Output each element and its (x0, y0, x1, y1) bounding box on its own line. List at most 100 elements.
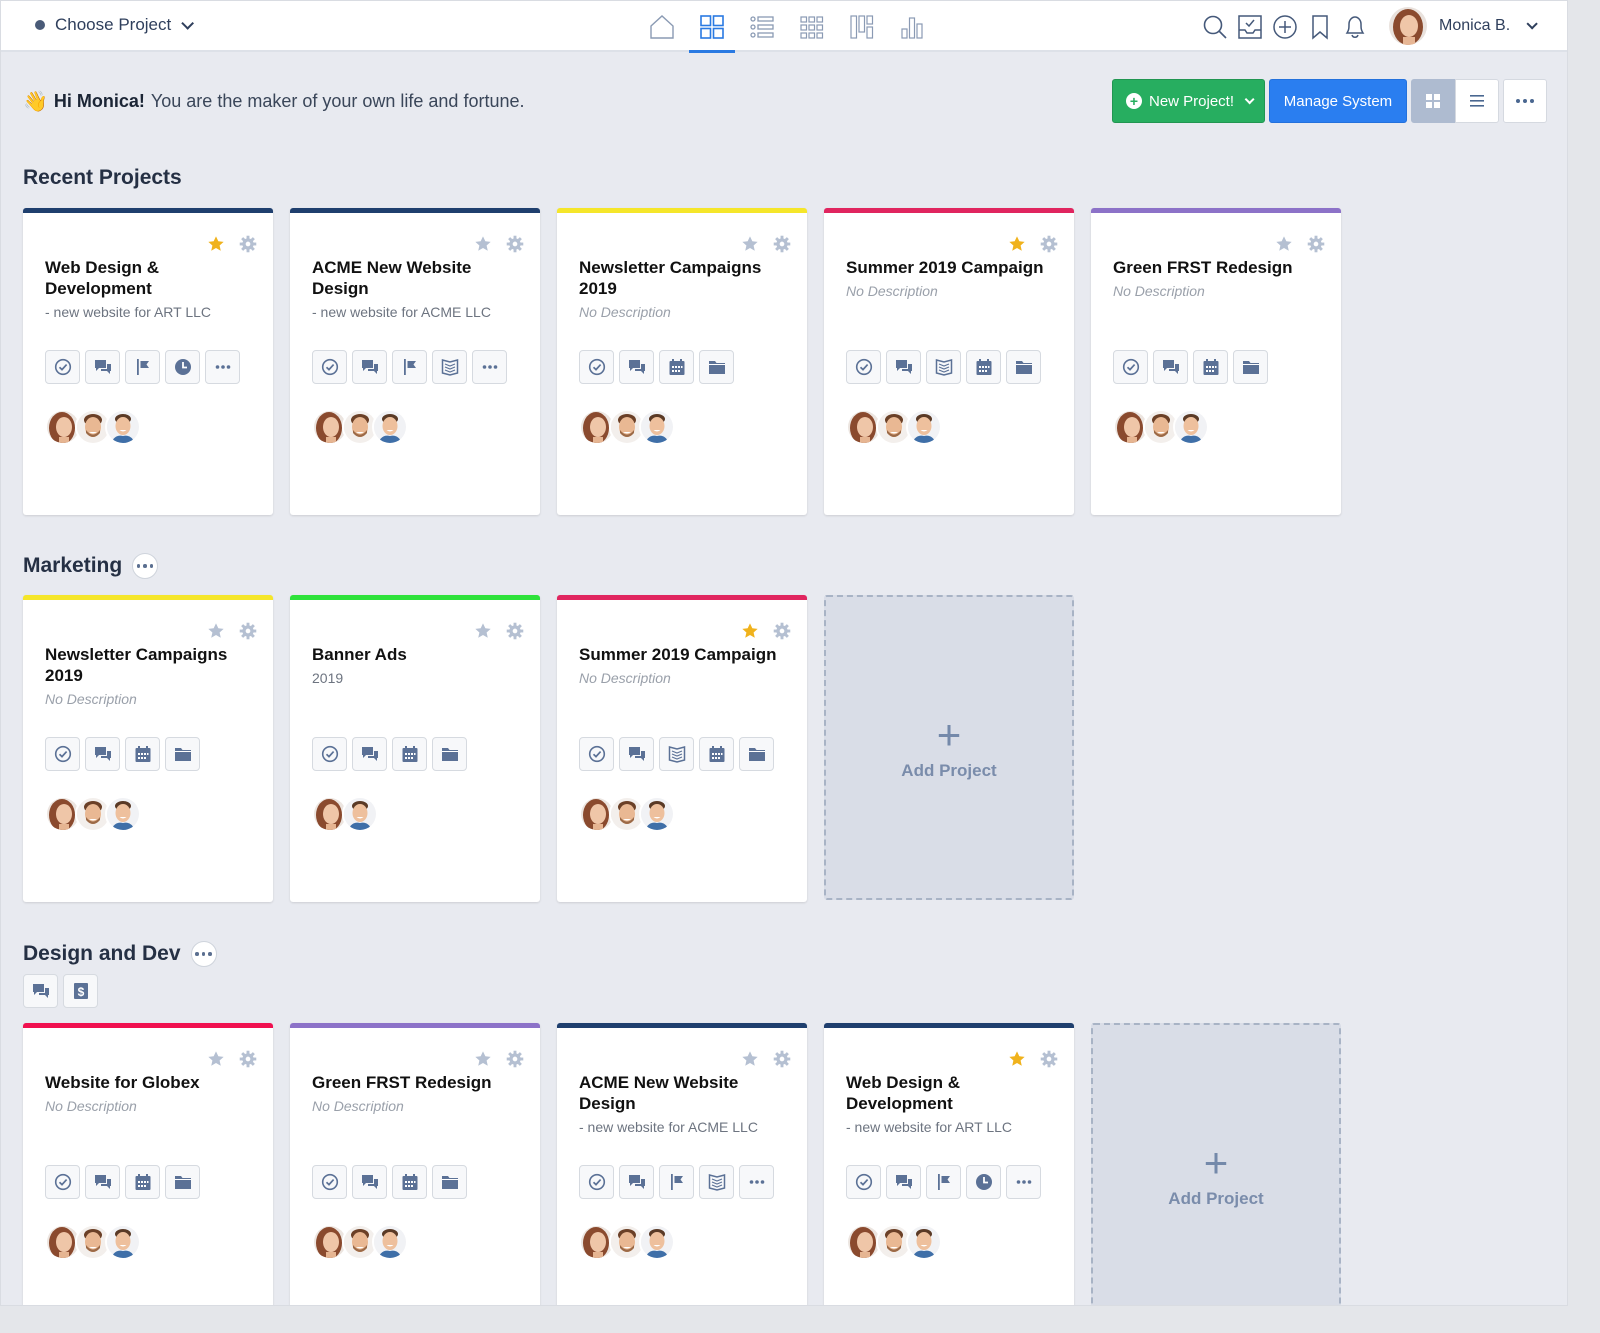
star-icon[interactable] (474, 622, 492, 640)
tool-button-files[interactable] (1006, 350, 1041, 384)
tool-button-discussions[interactable] (886, 350, 921, 384)
tool-button-discussions[interactable] (886, 1165, 921, 1199)
tool-button-discussions[interactable] (85, 737, 120, 771)
star-icon[interactable] (207, 1050, 225, 1068)
tool-button-milestones[interactable] (125, 350, 160, 384)
gear-icon[interactable] (1040, 235, 1058, 253)
avatar[interactable] (639, 409, 675, 445)
tool-button-milestones[interactable] (659, 1165, 694, 1199)
tool-button-time[interactable] (966, 1165, 1001, 1199)
star-icon[interactable] (207, 622, 225, 640)
tool-button-calendar[interactable] (1193, 350, 1228, 384)
tool-button-discussions[interactable] (85, 1165, 120, 1199)
avatar[interactable] (372, 1224, 408, 1260)
tool-button-milestones[interactable] (926, 1165, 961, 1199)
tool-button-notebook[interactable] (432, 350, 467, 384)
tool-button-more[interactable] (472, 350, 507, 384)
gear-icon[interactable] (506, 622, 524, 640)
tool-button-notebook[interactable] (926, 350, 961, 384)
notifications-button[interactable] (1337, 9, 1372, 45)
project-card[interactable]: Summer 2019 Campaign No Description (557, 595, 807, 902)
gear-icon[interactable] (506, 1050, 524, 1068)
nav-dense-grid-view[interactable] (787, 1, 837, 52)
tool-button-files[interactable] (432, 1165, 467, 1199)
tool-button-files[interactable] (165, 1165, 200, 1199)
section-menu-button[interactable] (190, 941, 217, 967)
star-icon[interactable] (741, 235, 759, 253)
star-filled-icon[interactable] (1008, 235, 1026, 253)
tool-button-notebook[interactable] (699, 1165, 734, 1199)
project-card[interactable]: ACME New Website Design - new website for… (557, 1023, 807, 1305)
project-title[interactable]: Summer 2019 Campaign No Description (846, 257, 1046, 300)
nav-home[interactable] (637, 1, 687, 52)
add-project-card[interactable]: + Add Project (824, 595, 1074, 900)
project-title[interactable]: Web Design & Development - new website fo… (846, 1072, 1046, 1136)
tool-button-calendar[interactable] (392, 1165, 427, 1199)
project-card[interactable]: Website for Globex No Description (23, 1023, 273, 1305)
gear-icon[interactable] (773, 235, 791, 253)
section-tool-discussions[interactable] (23, 974, 58, 1008)
project-card[interactable]: Newsletter Campaigns 2019 No Description (23, 595, 273, 902)
tool-button-more[interactable] (739, 1165, 774, 1199)
star-filled-icon[interactable] (207, 235, 225, 253)
project-card[interactable]: Green FRST Redesign No Description (1091, 208, 1341, 515)
project-title[interactable]: Summer 2019 Campaign No Description (579, 644, 779, 687)
tool-button-tasks[interactable] (579, 737, 614, 771)
tool-button-files[interactable] (165, 737, 200, 771)
gear-icon[interactable] (1040, 1050, 1058, 1068)
project-title[interactable]: Newsletter Campaigns 2019 No Description (45, 644, 245, 708)
tool-button-notebook[interactable] (659, 737, 694, 771)
avatar[interactable] (105, 1224, 141, 1260)
project-title[interactable]: Newsletter Campaigns 2019 No Description (579, 257, 779, 321)
tool-button-more[interactable] (1006, 1165, 1041, 1199)
quick-add-button[interactable] (1267, 9, 1302, 45)
tool-button-milestones[interactable] (392, 350, 427, 384)
avatar[interactable] (1173, 409, 1209, 445)
section-tool-invoices[interactable]: $ (63, 974, 98, 1008)
gear-icon[interactable] (239, 235, 257, 253)
project-card[interactable]: Summer 2019 Campaign No Description (824, 208, 1074, 515)
tool-button-files[interactable] (739, 737, 774, 771)
project-title[interactable]: Website for Globex No Description (45, 1072, 245, 1115)
project-card[interactable]: Web Design & Development - new website fo… (23, 208, 273, 515)
tool-button-tasks[interactable] (45, 1165, 80, 1199)
tool-button-discussions[interactable] (619, 1165, 654, 1199)
tool-button-tasks[interactable] (312, 1165, 347, 1199)
section-menu-button[interactable] (132, 553, 159, 579)
tool-button-calendar[interactable] (659, 350, 694, 384)
user-menu[interactable]: Monica B. (1389, 7, 1538, 45)
tool-button-calendar[interactable] (125, 737, 160, 771)
tool-button-discussions[interactable] (352, 350, 387, 384)
project-title[interactable]: Banner Ads 2019 (312, 644, 512, 687)
avatar[interactable] (906, 409, 942, 445)
project-title[interactable]: Web Design & Development - new website fo… (45, 257, 245, 321)
avatar[interactable] (342, 796, 378, 832)
tool-button-discussions[interactable] (619, 737, 654, 771)
tool-button-files[interactable] (432, 737, 467, 771)
project-card[interactable]: Web Design & Development - new website fo… (824, 1023, 1074, 1305)
tool-button-discussions[interactable] (85, 350, 120, 384)
tool-button-files[interactable] (699, 350, 734, 384)
tool-button-calendar[interactable] (966, 350, 1001, 384)
grid-mode-button[interactable] (1411, 79, 1455, 123)
tool-button-tasks[interactable] (579, 1165, 614, 1199)
tool-button-tasks[interactable] (846, 350, 881, 384)
tool-button-calendar[interactable] (125, 1165, 160, 1199)
project-card[interactable]: Green FRST Redesign No Description (290, 1023, 540, 1305)
tool-button-tasks[interactable] (579, 350, 614, 384)
gear-icon[interactable] (239, 1050, 257, 1068)
star-filled-icon[interactable] (1008, 1050, 1026, 1068)
tool-button-tasks[interactable] (312, 737, 347, 771)
manage-system-button[interactable]: Manage System (1269, 79, 1407, 123)
bookmarks-button[interactable] (1302, 9, 1337, 45)
avatar[interactable] (639, 1224, 675, 1260)
project-title[interactable]: ACME New Website Design - new website for… (312, 257, 512, 321)
add-project-card[interactable]: + Add Project (1091, 1023, 1341, 1305)
gear-icon[interactable] (1307, 235, 1325, 253)
gear-icon[interactable] (773, 1050, 791, 1068)
project-card[interactable]: ACME New Website Design - new website for… (290, 208, 540, 515)
search-button[interactable] (1197, 9, 1232, 45)
avatar[interactable] (105, 409, 141, 445)
star-icon[interactable] (474, 1050, 492, 1068)
tool-button-files[interactable] (1233, 350, 1268, 384)
